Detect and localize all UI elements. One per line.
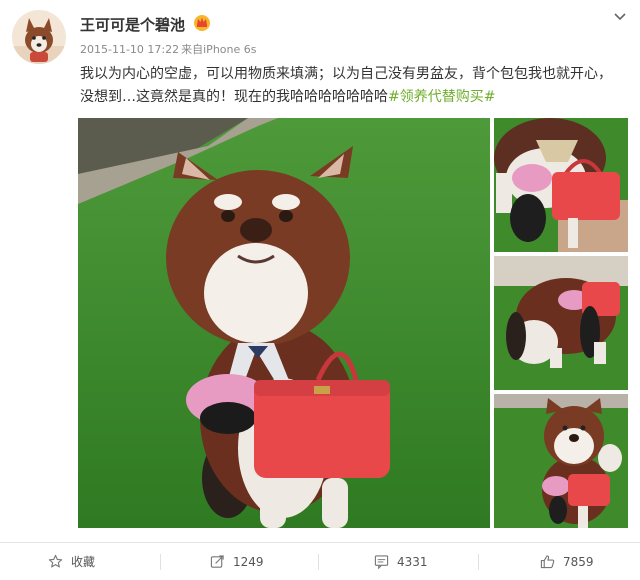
post-timestamp: 2015-11-10 17:22 (80, 43, 180, 56)
like-button[interactable]: 7859 (540, 543, 594, 580)
favorite-button[interactable]: 收藏 (48, 543, 95, 580)
avatar[interactable] (12, 10, 66, 64)
divider (160, 554, 161, 570)
comment-icon (374, 555, 389, 569)
comment-count: 4331 (397, 554, 428, 569)
like-count: 7859 (563, 554, 594, 569)
vip-crown-icon (192, 13, 212, 31)
thumbnail-photo-3[interactable] (494, 394, 628, 528)
repost-count: 1249 (233, 554, 264, 569)
comment-button[interactable]: 4331 (374, 543, 428, 580)
post-source[interactable]: 来自iPhone 6s (181, 43, 256, 56)
post-text: 我以为内心的空虚，可以用物质来填满；以为自己没有男盆友，背个包包我也就开心，没想… (80, 63, 625, 109)
thumbnail-photo-1[interactable] (494, 118, 628, 252)
chevron-down-icon[interactable] (612, 8, 628, 21)
divider (478, 554, 479, 570)
favorite-label: 收藏 (71, 555, 96, 569)
repost-button[interactable]: 1249 (210, 543, 264, 580)
post-body: 我以为内心的空虚，可以用物质来填满；以为自己没有男盆友，背个包包我也就开心，没想… (80, 66, 612, 105)
thumbnail-photo-2[interactable] (494, 256, 628, 390)
repost-icon (210, 555, 224, 568)
thumbs-up-icon (540, 555, 555, 569)
post-meta: 2015-11-10 17:22 来自iPhone 6s (80, 41, 256, 57)
divider (318, 554, 319, 570)
hashtag-link[interactable]: #领养代替购买# (388, 89, 495, 105)
main-photo[interactable] (78, 118, 490, 528)
star-icon (48, 554, 63, 568)
username[interactable]: 王可可是个碧池 (80, 14, 185, 35)
action-bar: 收藏 1249 4331 7859 (0, 542, 640, 580)
